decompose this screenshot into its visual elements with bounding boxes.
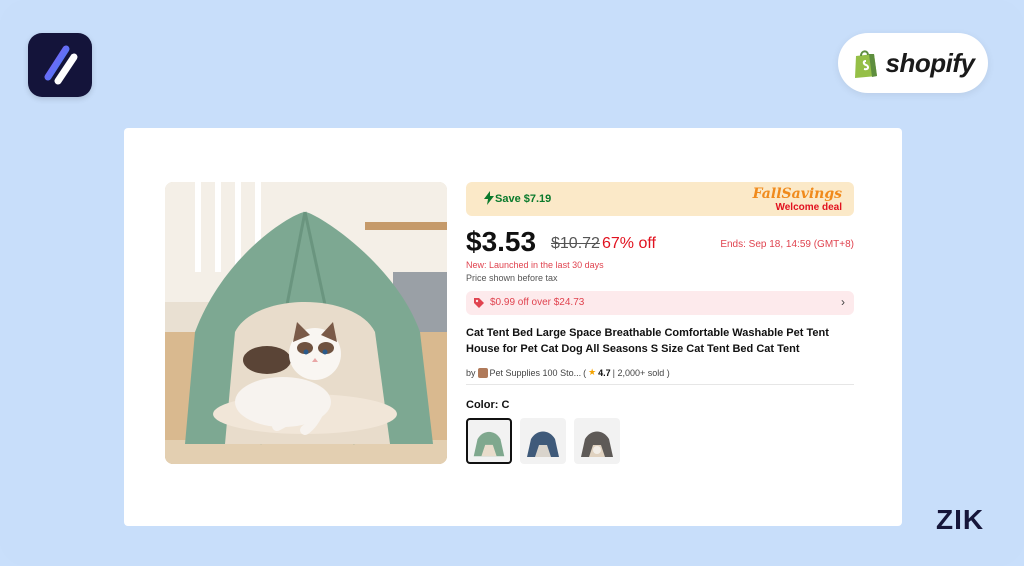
product-title: Cat Tent Bed Large Space Breathable Comf…	[466, 327, 829, 355]
shopify-logo: shopify	[838, 33, 988, 93]
lightning-icon	[484, 191, 494, 205]
price-row: $3.53 $10.72 67% off Ends: Sep 18, 14:59…	[466, 226, 854, 260]
color-swatch-gray[interactable]	[574, 418, 620, 464]
fall-savings-title: FallSavings	[752, 186, 842, 202]
shopify-bag-icon	[854, 50, 877, 78]
chevron-right-icon: ›	[841, 295, 845, 309]
product-image[interactable]	[165, 182, 447, 464]
color-label: Color: C	[466, 399, 510, 411]
color-swatch-blue[interactable]	[520, 418, 566, 464]
app-logo-icon	[28, 33, 92, 97]
welcome-deal-label: Welcome deal	[775, 202, 842, 213]
divider	[466, 384, 854, 385]
color-swatches	[466, 418, 854, 464]
discount-percent: 67% off	[602, 235, 656, 252]
rating-value: 4.7	[598, 367, 611, 378]
original-price: $10.72	[551, 235, 600, 252]
seller-row: by Pet Supplies 100 Sto... ( ★ 4.7 | 2,0…	[466, 367, 854, 378]
deal-ends-time: Ends: Sep 18, 14:59 (GMT+8)	[720, 239, 854, 250]
tag-icon	[474, 298, 484, 308]
shopify-wordmark: shopify	[885, 47, 975, 78]
star-icon: ★	[588, 367, 597, 377]
product-info: Save $7.19 FallSavings Welcome deal $3.5…	[466, 182, 854, 464]
coupon-banner[interactable]: $0.99 off over $24.73 ›	[466, 291, 854, 315]
fall-savings-banner[interactable]: Save $7.19 FallSavings Welcome deal	[466, 182, 854, 216]
rating-open: (	[583, 367, 587, 378]
save-amount: Save $7.19	[495, 193, 552, 205]
tax-note: Price shown before tax	[466, 273, 558, 283]
seller-name-link[interactable]: Pet Supplies 100 Sto...	[490, 368, 582, 378]
seller-prefix: by	[466, 367, 476, 378]
current-price: $3.53	[466, 226, 537, 257]
watermark-logo: ZIK	[936, 504, 985, 535]
color-swatch-c[interactable]	[466, 418, 512, 464]
sold-count: | 2,000+ sold )	[612, 367, 670, 378]
product-card: Save $7.19 FallSavings Welcome deal $3.5…	[124, 128, 902, 526]
seller-avatar	[477, 367, 488, 378]
coupon-text: $0.99 off over $24.73	[490, 297, 585, 308]
new-launch-label: New: Launched in the last 30 days	[466, 260, 604, 270]
